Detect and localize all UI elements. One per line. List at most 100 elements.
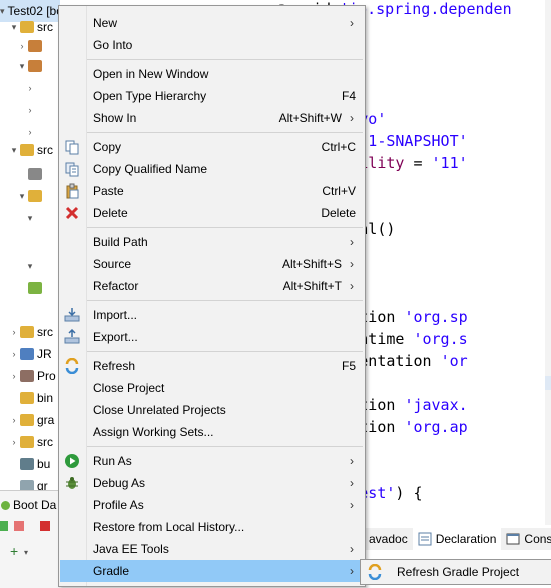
tree-row-label: src xyxy=(37,143,53,157)
menu-item-go-into[interactable]: Go Into xyxy=(60,34,364,56)
tree-row[interactable]: › xyxy=(0,77,60,99)
tree-row[interactable]: ▾ xyxy=(0,55,60,77)
tree-expand-icon[interactable]: ▾ xyxy=(24,261,36,272)
submenu-arrow-icon: › xyxy=(350,257,354,271)
tree-expand-icon[interactable]: › xyxy=(24,83,36,93)
tree-expand-icon[interactable]: › xyxy=(8,349,20,359)
boot-dashboard-toolbar: + ▾ xyxy=(0,521,50,559)
submenu-arrow-icon: › xyxy=(350,111,354,125)
tree-node-icon xyxy=(20,480,34,490)
menu-item-label: Java EE Tools xyxy=(93,542,169,556)
menu-item-build-path[interactable]: Build Path › xyxy=(60,231,364,253)
menu-item-refresh[interactable]: Refresh F5 xyxy=(60,355,364,377)
tree-row[interactable]: gr xyxy=(0,475,60,490)
tree-expand-icon[interactable]: › xyxy=(16,41,28,51)
menu-item-label: Copy xyxy=(93,140,122,154)
menu-item-refactor[interactable]: Refactor Alt+Shift+T › xyxy=(60,275,364,297)
tree-expand-icon[interactable]: ▾ xyxy=(8,22,20,33)
menu-item-restore-from-local-history[interactable]: Restore from Local History... xyxy=(60,516,364,538)
tree-node-icon xyxy=(20,392,34,404)
menu-item-export[interactable]: Export... xyxy=(60,326,364,348)
tree-expand-icon[interactable]: › xyxy=(24,127,36,137)
menu-separator xyxy=(87,59,363,60)
menu-item-shortcut: F5 xyxy=(341,359,356,373)
tree-row[interactable] xyxy=(0,277,60,299)
menu-item-show-in[interactable]: Show In Alt+Shift+W › xyxy=(60,107,364,129)
menu-item-import[interactable]: Import... xyxy=(60,304,364,326)
menu-item-label: Build Path xyxy=(93,235,148,249)
tree-row[interactable] xyxy=(0,229,60,251)
menu-item-label: New xyxy=(93,16,118,30)
tree-row[interactable]: ▾ xyxy=(0,207,60,229)
tree-expand-icon[interactable]: ▾ xyxy=(8,145,20,156)
tree-row[interactable]: › Pro xyxy=(0,365,60,387)
tree-row[interactable]: ▾ xyxy=(0,185,60,207)
tab-declaration[interactable]: Declaration xyxy=(412,528,502,550)
tree-node-icon xyxy=(28,40,42,52)
tree-row[interactable]: › JR xyxy=(0,343,60,365)
menu-item-label: Copy Qualified Name xyxy=(93,162,208,176)
boot-dashboard-tab[interactable]: Boot Da xyxy=(0,495,56,515)
menu-item-label: Run As xyxy=(93,454,132,468)
menu-item-shortcut: Ctrl+V xyxy=(322,184,356,198)
tree-row[interactable]: › xyxy=(0,99,60,121)
scrollbar-marker xyxy=(545,376,551,390)
tree-expand-icon[interactable]: › xyxy=(8,371,20,381)
declaration-icon xyxy=(418,532,432,546)
tree-row-label: gr xyxy=(37,479,48,490)
menu-item-label: Refresh Gradle Project xyxy=(397,565,520,579)
tree-expand-icon[interactable]: › xyxy=(24,105,36,115)
menu-item-shortcut: F4 xyxy=(341,89,356,103)
tree-expand-icon[interactable]: ▾ xyxy=(24,213,36,224)
submenu-arrow-icon: › xyxy=(350,476,354,490)
menu-item-new[interactable]: New › xyxy=(60,12,364,34)
menu-item-label: Debug As xyxy=(93,476,146,490)
menu-item-copy[interactable]: Copy Ctrl+C xyxy=(60,136,364,158)
menu-item-delete[interactable]: Delete Delete xyxy=(60,202,364,224)
menu-item-shortcut: Alt+Shift+T xyxy=(282,279,342,293)
menu-item-gradle[interactable]: Gradle › xyxy=(60,560,364,582)
tree-expand-icon[interactable]: ▾ xyxy=(16,61,28,72)
menu-item-java-ee-tools[interactable]: Java EE Tools › xyxy=(60,538,364,560)
menu-item-profile-as[interactable]: Profile As › xyxy=(60,494,364,516)
tree-row[interactable]: › gra xyxy=(0,409,60,431)
menu-item-run-as[interactable]: Run As › xyxy=(60,450,364,472)
tree-expand-icon[interactable]: › xyxy=(8,437,20,447)
menu-item-open-type-hierarchy[interactable]: Open Type Hierarchy F4 xyxy=(60,85,364,107)
menu-separator xyxy=(87,300,363,301)
tree-row[interactable]: › src xyxy=(0,431,60,453)
menu-item-shortcut: Alt+Shift+S xyxy=(281,257,342,271)
menu-item-copy-qualified-name[interactable]: Copy Qualified Name xyxy=(60,158,364,180)
menu-separator xyxy=(87,446,363,447)
tree-row-label: gra xyxy=(37,413,55,427)
tree-expand-icon[interactable]: ▾ xyxy=(16,191,28,202)
tree-expand-icon[interactable]: › xyxy=(8,415,20,425)
tree-row[interactable]: ▾ xyxy=(0,255,60,277)
menu-item-refresh-gradle-project[interactable]: Refresh Gradle Project xyxy=(362,561,551,583)
tree-row[interactable] xyxy=(0,299,60,321)
menu-item-debug-as[interactable]: Debug As › xyxy=(60,472,364,494)
submenu-arrow-icon: › xyxy=(350,16,354,30)
tab-conso[interactable]: Conso xyxy=(501,528,551,550)
menu-item-close-project[interactable]: Close Project xyxy=(60,377,364,399)
menu-item-source[interactable]: Source Alt+Shift+S › xyxy=(60,253,364,275)
menu-item-assign-working-sets[interactable]: Assign Working Sets... xyxy=(60,421,364,443)
menu-item-close-unrelated-projects[interactable]: Close Unrelated Projects xyxy=(60,399,364,421)
tree-row[interactable]: ▾ src xyxy=(0,139,60,161)
tree-row[interactable]: bin xyxy=(0,387,60,409)
tree-row[interactable]: bu xyxy=(0,453,60,475)
editor-vertical-scrollbar[interactable] xyxy=(545,0,551,525)
tree-expand-icon[interactable]: ▾ xyxy=(0,6,5,17)
menu-item-shortcut: Alt+Shift+W xyxy=(278,111,342,125)
tree-row[interactable] xyxy=(0,163,60,185)
menu-item-label: Profile As xyxy=(93,498,144,512)
tree-node-icon xyxy=(20,326,34,338)
menu-item-label: Close Project xyxy=(93,381,165,395)
menu-item-paste[interactable]: Paste Ctrl+V xyxy=(60,180,364,202)
menu-item-label: Refresh xyxy=(93,359,136,373)
tree-row[interactable]: › src xyxy=(0,321,60,343)
menu-item-open-in-new-window[interactable]: Open in New Window xyxy=(60,63,364,85)
tree-expand-icon[interactable]: › xyxy=(8,327,20,337)
tree-row[interactable]: › xyxy=(0,35,60,57)
tab-label: Declaration xyxy=(435,532,497,546)
